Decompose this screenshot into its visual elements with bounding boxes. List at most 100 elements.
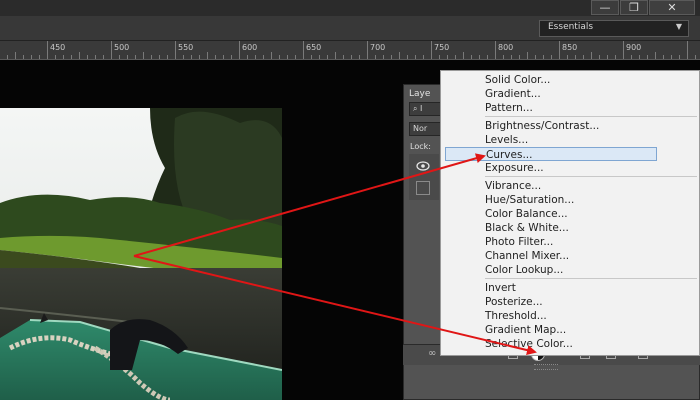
ruler-minor-tick — [591, 52, 592, 59]
ruler-minor-tick — [655, 52, 656, 59]
restore-button[interactable]: ❐ — [620, 0, 648, 15]
ruler-label: 750 — [434, 43, 450, 52]
menu-item-brightness-contrast[interactable]: Brightness/Contrast... — [485, 119, 697, 133]
ruler-minor-tick — [207, 52, 208, 59]
ruler-minor-tick — [287, 55, 288, 59]
ruler-label: 850 — [562, 43, 578, 52]
ruler-minor-tick — [95, 55, 96, 59]
photo-layer-image — [0, 108, 282, 400]
ruler-minor-tick — [7, 55, 8, 59]
minimize-button[interactable]: — — [591, 0, 619, 15]
ruler-minor-tick — [647, 55, 648, 59]
ruler-minor-tick — [407, 55, 408, 59]
ruler-minor-tick — [383, 55, 384, 59]
layer-thumbnail[interactable] — [416, 181, 430, 195]
ruler-minor-tick — [447, 55, 448, 59]
ruler-minor-tick — [543, 55, 544, 59]
ruler-minor-tick — [375, 55, 376, 59]
menu-item-curves[interactable]: Curves... — [445, 147, 657, 161]
ruler-minor-tick — [615, 55, 616, 59]
ruler-minor-tick — [255, 55, 256, 59]
menu-separator — [485, 278, 697, 279]
ruler-minor-tick — [663, 55, 664, 59]
visibility-eye-icon[interactable] — [416, 160, 430, 172]
menu-separator — [485, 176, 697, 177]
ruler-minor-tick — [199, 55, 200, 59]
ruler-minor-tick — [391, 55, 392, 59]
ruler-minor-tick — [695, 55, 696, 59]
blend-mode-select[interactable]: Nor — [409, 122, 442, 136]
menu-item-color-lookup[interactable]: Color Lookup... — [485, 263, 697, 277]
ruler-minor-tick — [31, 55, 32, 59]
ruler-minor-tick — [223, 55, 224, 59]
menu-item-selective-color[interactable]: Selective Color... — [485, 337, 697, 351]
ruler-minor-tick — [215, 55, 216, 59]
chevron-down-icon: ▼ — [675, 22, 682, 31]
menu-item-gradient[interactable]: Gradient... — [485, 87, 697, 101]
ruler-minor-tick — [679, 55, 680, 59]
layers-tab[interactable]: Laye — [409, 89, 430, 99]
ruler-minor-tick — [503, 55, 504, 59]
menu-separator — [485, 116, 697, 117]
horizontal-ruler: 450 500 550 600 650 700 750 800 850 900 — [0, 41, 700, 60]
ruler-minor-tick — [191, 55, 192, 59]
ruler-tick — [111, 41, 112, 59]
adjustment-layer-menu: Solid Color... Gradient... Pattern... Brigh… — [440, 70, 700, 356]
menu-item-threshold[interactable]: Threshold... — [485, 309, 697, 323]
ruler-minor-tick — [599, 55, 600, 59]
ruler-minor-tick — [319, 55, 320, 59]
menu-item-solid-color[interactable]: Solid Color... — [485, 73, 697, 87]
ruler-minor-tick — [479, 55, 480, 59]
panel-resize-grip[interactable] — [534, 364, 558, 370]
workspace-select[interactable]: Essentials ▼ — [539, 20, 689, 37]
ruler-minor-tick — [119, 55, 120, 59]
menu-item-vibrance[interactable]: Vibrance... — [485, 179, 697, 193]
ruler-tick — [431, 41, 432, 59]
ruler-minor-tick — [79, 52, 80, 59]
menu-item-black-white[interactable]: Black & White... — [485, 221, 697, 235]
canal-boat-photo — [0, 108, 282, 400]
ruler-tick — [687, 41, 688, 59]
menu-item-channel-mixer[interactable]: Channel Mixer... — [485, 249, 697, 263]
ruler-tick — [239, 41, 240, 59]
ruler-minor-tick — [343, 55, 344, 59]
menu-item-levels[interactable]: Levels... — [485, 133, 697, 147]
minimize-icon: — — [599, 1, 611, 14]
ruler-minor-tick — [143, 52, 144, 59]
ruler-label: 550 — [178, 43, 194, 52]
ruler-minor-tick — [247, 55, 248, 59]
menu-item-gradient-map[interactable]: Gradient Map... — [485, 323, 697, 337]
ruler-label: 900 — [626, 43, 642, 52]
menu-item-photo-filter[interactable]: Photo Filter... — [485, 235, 697, 249]
ruler-minor-tick — [311, 55, 312, 59]
ruler-minor-tick — [575, 55, 576, 59]
menu-item-exposure[interactable]: Exposure... — [485, 161, 697, 175]
ruler-minor-tick — [15, 52, 16, 59]
lock-label: Lock: — [410, 142, 431, 151]
ruler-minor-tick — [471, 55, 472, 59]
ruler-minor-tick — [335, 52, 336, 59]
ruler-tick — [623, 41, 624, 59]
close-button[interactable]: ✕ — [649, 0, 695, 15]
search-icon: ⌕ I — [413, 104, 423, 113]
menu-item-pattern[interactable]: Pattern... — [485, 101, 697, 115]
ruler-minor-tick — [487, 55, 488, 59]
ruler-tick — [495, 41, 496, 59]
layer-filter-field[interactable]: ⌕ I — [409, 102, 442, 116]
ruler-minor-tick — [23, 55, 24, 59]
ruler-minor-tick — [519, 55, 520, 59]
menu-item-invert[interactable]: Invert — [485, 281, 697, 295]
menu-item-color-balance[interactable]: Color Balance... — [485, 207, 697, 221]
menu-item-hue-saturation[interactable]: Hue/Saturation... — [485, 193, 697, 207]
ruler-label: 700 — [370, 43, 386, 52]
ruler-label: 500 — [114, 43, 130, 52]
ruler-minor-tick — [455, 55, 456, 59]
ruler-tick — [303, 41, 304, 59]
ruler-minor-tick — [399, 52, 400, 59]
ruler-minor-tick — [359, 55, 360, 59]
ruler-minor-tick — [583, 55, 584, 59]
link-layers-icon[interactable]: ∞ — [428, 348, 436, 359]
menu-item-posterize[interactable]: Posterize... — [485, 295, 697, 309]
ruler-minor-tick — [567, 55, 568, 59]
ruler-minor-tick — [639, 55, 640, 59]
